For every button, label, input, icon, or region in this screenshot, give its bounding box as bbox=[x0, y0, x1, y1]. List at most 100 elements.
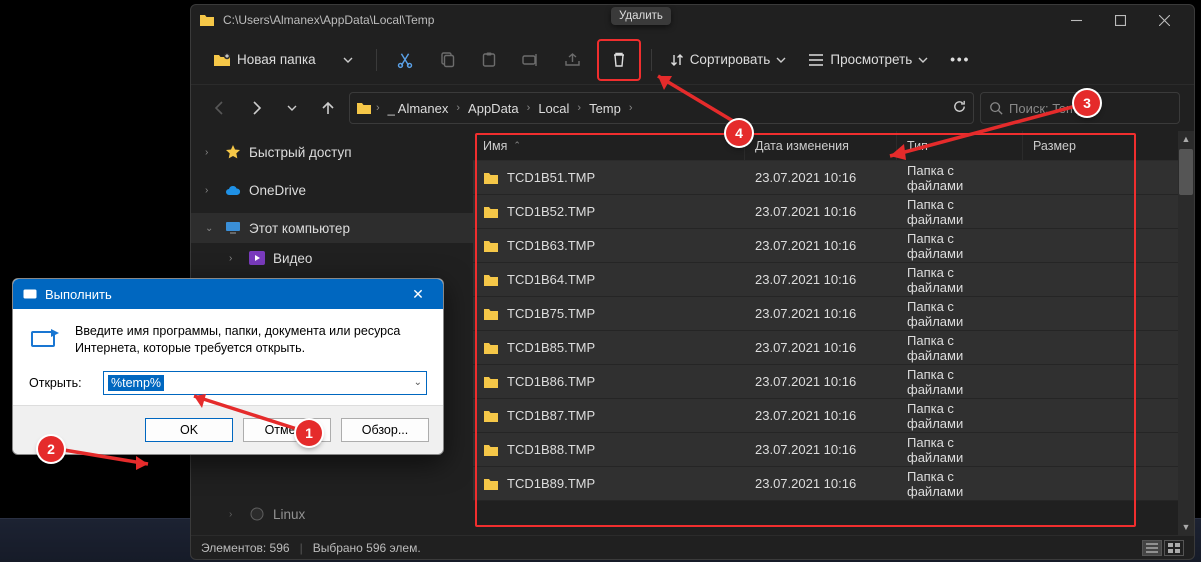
up-button[interactable] bbox=[313, 93, 343, 123]
run-title-text: Выполнить bbox=[45, 287, 112, 302]
file-date: 23.07.2021 10:16 bbox=[745, 204, 897, 219]
dropdown-icon[interactable]: ⌄ bbox=[414, 377, 422, 388]
view-button[interactable]: Просмотреть bbox=[800, 43, 936, 77]
cut-button[interactable] bbox=[387, 43, 423, 77]
sidebar-item-label: Linux bbox=[273, 507, 305, 522]
file-name: TCD1B89.TMP bbox=[507, 476, 595, 491]
scroll-up-icon[interactable]: ▲ bbox=[1178, 131, 1194, 147]
open-label: Открыть: bbox=[29, 376, 93, 390]
window-title: C:\Users\Almanex\AppData\Local\Temp bbox=[223, 13, 434, 27]
rename-button[interactable] bbox=[513, 43, 549, 77]
paste-button[interactable] bbox=[471, 43, 507, 77]
table-row[interactable]: TCD1B63.TMP23.07.2021 10:16Папка с файла… bbox=[473, 229, 1194, 263]
sidebar-onedrive[interactable]: › OneDrive bbox=[191, 175, 473, 205]
close-button[interactable] bbox=[1142, 6, 1186, 34]
table-row[interactable]: TCD1B85.TMP23.07.2021 10:16Папка с файла… bbox=[473, 331, 1194, 365]
copy-button[interactable] bbox=[429, 43, 465, 77]
breadcrumb[interactable]: Temp bbox=[585, 99, 625, 118]
chevron-down-icon: ⌄ bbox=[205, 223, 217, 234]
table-row[interactable]: TCD1B86.TMP23.07.2021 10:16Папка с файла… bbox=[473, 365, 1194, 399]
file-name: TCD1B87.TMP bbox=[507, 408, 595, 423]
table-row[interactable]: TCD1B52.TMP23.07.2021 10:16Папка с файла… bbox=[473, 195, 1194, 229]
breadcrumb[interactable]: AppData bbox=[464, 99, 523, 118]
navigation-bar: › _ Almanex › AppData › Local › Temp › П… bbox=[191, 85, 1194, 131]
file-date: 23.07.2021 10:16 bbox=[745, 306, 897, 321]
ok-button[interactable]: OK bbox=[145, 418, 233, 442]
table-row[interactable]: TCD1B89.TMP23.07.2021 10:16Папка с файла… bbox=[473, 467, 1194, 501]
scroll-down-icon[interactable]: ▼ bbox=[1178, 519, 1194, 535]
delete-button[interactable] bbox=[601, 43, 637, 77]
column-size[interactable]: Размер bbox=[1023, 131, 1194, 160]
sidebar-this-pc[interactable]: ⌄ Этот компьютер bbox=[191, 213, 473, 243]
icons-view-icon[interactable] bbox=[1164, 540, 1184, 556]
table-row[interactable]: TCD1B87.TMP23.07.2021 10:16Папка с файла… bbox=[473, 399, 1194, 433]
folder-icon bbox=[356, 100, 372, 116]
sidebar-item-label: Видео bbox=[273, 251, 312, 266]
file-type: Папка с файлами bbox=[897, 197, 1023, 227]
file-name: TCD1B51.TMP bbox=[507, 170, 595, 185]
chevron-right-icon: › bbox=[205, 185, 217, 196]
folder-icon bbox=[483, 272, 499, 288]
status-items: Элементов: 596 bbox=[201, 541, 290, 555]
sidebar-linux[interactable]: › Linux bbox=[191, 499, 473, 529]
table-row[interactable]: TCD1B51.TMP23.07.2021 10:16Папка с файла… bbox=[473, 161, 1194, 195]
table-row[interactable]: TCD1B88.TMP23.07.2021 10:16Папка с файла… bbox=[473, 433, 1194, 467]
linux-icon bbox=[249, 506, 265, 522]
run-input-value: %temp% bbox=[108, 375, 164, 391]
sidebar-video[interactable]: › Видео bbox=[191, 243, 473, 273]
browse-button[interactable]: Обзор... bbox=[341, 418, 429, 442]
new-folder-button[interactable]: Новая папка bbox=[205, 43, 324, 77]
table-row[interactable]: TCD1B75.TMP23.07.2021 10:16Папка с файла… bbox=[473, 297, 1194, 331]
share-button[interactable] bbox=[555, 43, 591, 77]
file-type: Папка с файлами bbox=[897, 469, 1023, 499]
run-input[interactable]: %temp% ⌄ bbox=[103, 371, 427, 395]
chevron-right-icon: › bbox=[577, 102, 581, 114]
new-folder-label: Новая папка bbox=[237, 52, 316, 67]
column-type[interactable]: Тип bbox=[897, 131, 1023, 160]
back-button[interactable] bbox=[205, 93, 235, 123]
column-name[interactable]: Имя⌃ bbox=[473, 131, 745, 160]
forward-button[interactable] bbox=[241, 93, 271, 123]
breadcrumb[interactable]: _ Almanex bbox=[384, 99, 453, 118]
table-row[interactable]: TCD1B64.TMP23.07.2021 10:16Папка с файла… bbox=[473, 263, 1194, 297]
callout-1: 1 bbox=[296, 420, 322, 446]
folder-icon bbox=[483, 408, 499, 424]
refresh-button[interactable] bbox=[952, 99, 967, 117]
star-icon bbox=[225, 144, 241, 160]
file-type: Папка с файлами bbox=[897, 367, 1023, 397]
video-icon bbox=[249, 250, 265, 266]
file-type: Папка с файлами bbox=[897, 265, 1023, 295]
new-dropdown[interactable] bbox=[330, 43, 366, 77]
maximize-button[interactable] bbox=[1098, 6, 1142, 34]
recent-button[interactable] bbox=[277, 93, 307, 123]
folder-icon bbox=[483, 238, 499, 254]
file-type: Папка с файлами bbox=[897, 333, 1023, 363]
details-view-icon[interactable] bbox=[1142, 540, 1162, 556]
sidebar-item-label: OneDrive bbox=[249, 183, 306, 198]
callout-2: 2 bbox=[38, 436, 64, 462]
toolbar: Новая папка Сортировать Просмотреть ••• bbox=[191, 35, 1194, 85]
file-date: 23.07.2021 10:16 bbox=[745, 374, 897, 389]
breadcrumb[interactable]: Local bbox=[534, 99, 573, 118]
sidebar-item-label: Быстрый доступ bbox=[249, 145, 352, 160]
run-app-icon bbox=[23, 287, 37, 301]
more-button[interactable]: ••• bbox=[942, 43, 978, 77]
delete-tooltip: Удалить bbox=[611, 7, 671, 25]
scrollbar[interactable]: ▲ ▼ bbox=[1178, 131, 1194, 535]
run-close-button[interactable]: ✕ bbox=[403, 286, 433, 303]
file-date: 23.07.2021 10:16 bbox=[745, 238, 897, 253]
file-date: 23.07.2021 10:16 bbox=[745, 272, 897, 287]
scroll-thumb[interactable] bbox=[1179, 149, 1193, 195]
minimize-button[interactable] bbox=[1054, 6, 1098, 34]
view-toggle[interactable] bbox=[1142, 540, 1184, 556]
column-date[interactable]: Дата изменения bbox=[745, 131, 897, 160]
address-bar[interactable]: › _ Almanex › AppData › Local › Temp › bbox=[349, 92, 974, 124]
sort-button[interactable]: Сортировать bbox=[662, 43, 795, 77]
file-date: 23.07.2021 10:16 bbox=[745, 442, 897, 457]
chevron-right-icon: › bbox=[229, 509, 241, 520]
sidebar-item-label: Этот компьютер bbox=[249, 221, 350, 236]
column-headers: Имя⌃ Дата изменения Тип Размер bbox=[473, 131, 1194, 161]
file-type: Папка с файлами bbox=[897, 231, 1023, 261]
chevron-right-icon: › bbox=[629, 102, 633, 114]
sidebar-quick-access[interactable]: › Быстрый доступ bbox=[191, 137, 473, 167]
